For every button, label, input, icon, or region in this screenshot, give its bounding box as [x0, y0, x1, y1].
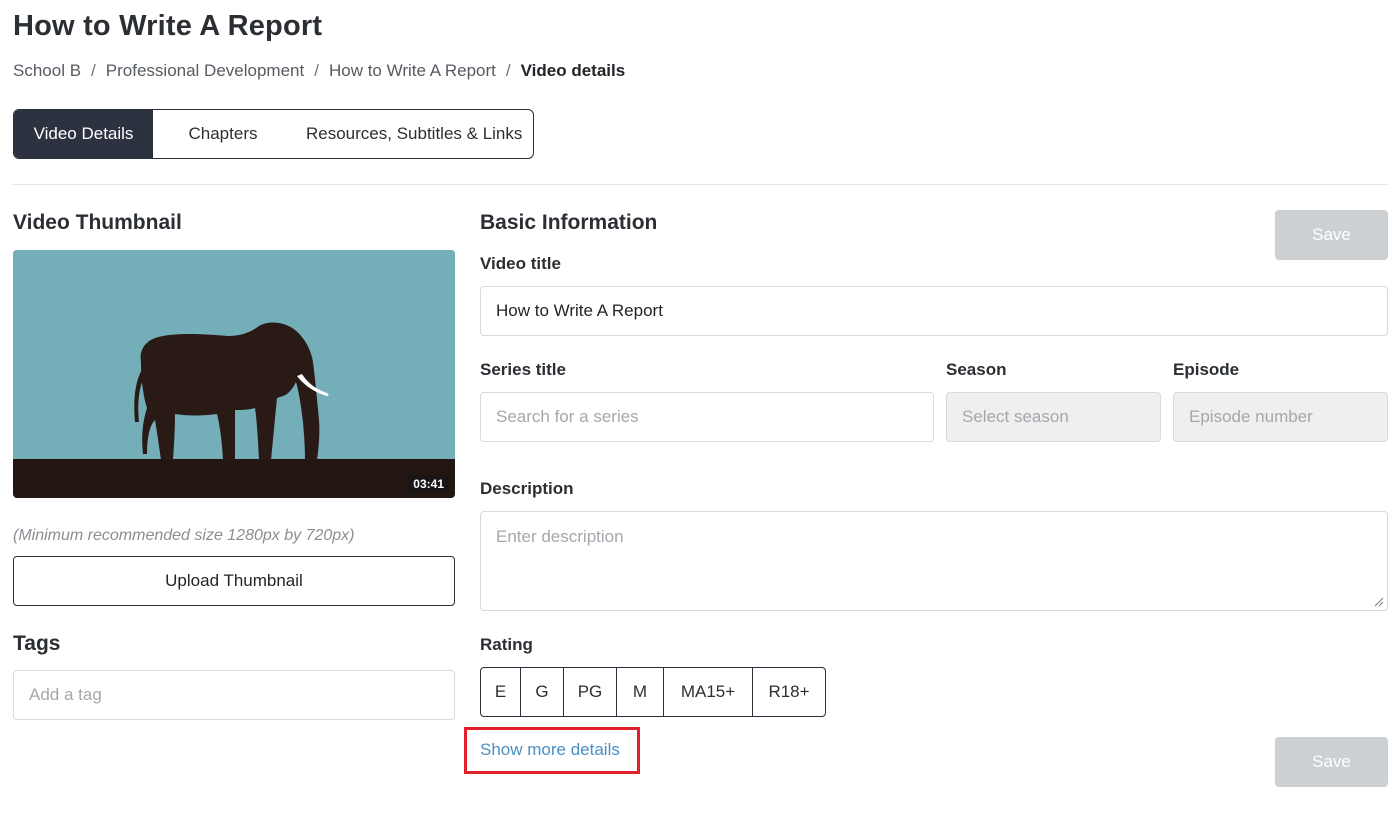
description-label: Description	[480, 479, 574, 498]
breadcrumb: School B / Professional Development / Ho…	[13, 61, 625, 81]
rating-option-ma15[interactable]: MA15+	[664, 668, 753, 716]
rating-option-e[interactable]: E	[481, 668, 521, 716]
rating-label: Rating	[480, 635, 533, 654]
section-divider	[13, 184, 1388, 185]
video-title-label: Video title	[480, 254, 561, 273]
tab-bar: Video Details Chapters Resources, Subtit…	[13, 109, 534, 159]
thumbnail-size-hint: (Minimum recommended size 1280px by 720p…	[13, 527, 355, 544]
rating-option-pg[interactable]: PG	[564, 668, 617, 716]
upload-thumbnail-button[interactable]: Upload Thumbnail	[13, 556, 455, 606]
elephant-silhouette-icon	[13, 250, 455, 498]
video-title-input[interactable]: How to Write A Report	[480, 286, 1388, 336]
thumbnail-heading: Video Thumbnail	[13, 211, 182, 234]
series-title-label: Series title	[480, 360, 566, 379]
series-search-input[interactable]: Search for a series	[480, 392, 934, 442]
rating-button-group: E G PG M MA15+ R18+	[480, 667, 826, 717]
breadcrumb-separator: /	[314, 61, 319, 80]
season-label: Season	[946, 360, 1007, 379]
description-textarea[interactable]: Enter description	[480, 511, 1388, 611]
episode-number-input[interactable]: Episode number	[1173, 392, 1388, 442]
page-title: How to Write A Report	[13, 10, 323, 42]
breadcrumb-item-video[interactable]: How to Write A Report	[329, 61, 496, 81]
breadcrumb-item-school[interactable]: School B	[13, 61, 81, 81]
breadcrumb-separator: /	[505, 61, 511, 80]
basic-information-heading: Basic Information	[480, 211, 658, 234]
breadcrumb-separator: /	[91, 61, 96, 80]
rating-option-g[interactable]: G	[521, 668, 564, 716]
breadcrumb-item-current: Video details	[520, 61, 626, 80]
description-placeholder: Enter description	[496, 527, 624, 546]
video-thumbnail: 03:41	[13, 250, 455, 498]
tab-resources-subtitles-links[interactable]: Resources, Subtitles & Links	[293, 110, 533, 158]
show-more-details-link[interactable]: Show more details	[480, 740, 620, 760]
tags-heading: Tags	[13, 632, 61, 655]
tab-video-details[interactable]: Video Details	[14, 110, 153, 158]
season-select[interactable]: Select season	[946, 392, 1161, 442]
save-button-top[interactable]: Save	[1275, 210, 1388, 260]
rating-option-r18[interactable]: R18+	[753, 668, 825, 716]
video-duration-badge: 03:41	[408, 475, 449, 493]
breadcrumb-item-professional-development[interactable]: Professional Development	[106, 61, 304, 81]
save-button-bottom[interactable]: Save	[1275, 737, 1388, 787]
resize-handle-icon[interactable]	[1374, 597, 1384, 607]
tag-input[interactable]: Add a tag	[13, 670, 455, 720]
episode-label: Episode	[1173, 360, 1240, 379]
rating-option-m[interactable]: M	[617, 668, 664, 716]
tab-chapters[interactable]: Chapters	[153, 110, 293, 158]
